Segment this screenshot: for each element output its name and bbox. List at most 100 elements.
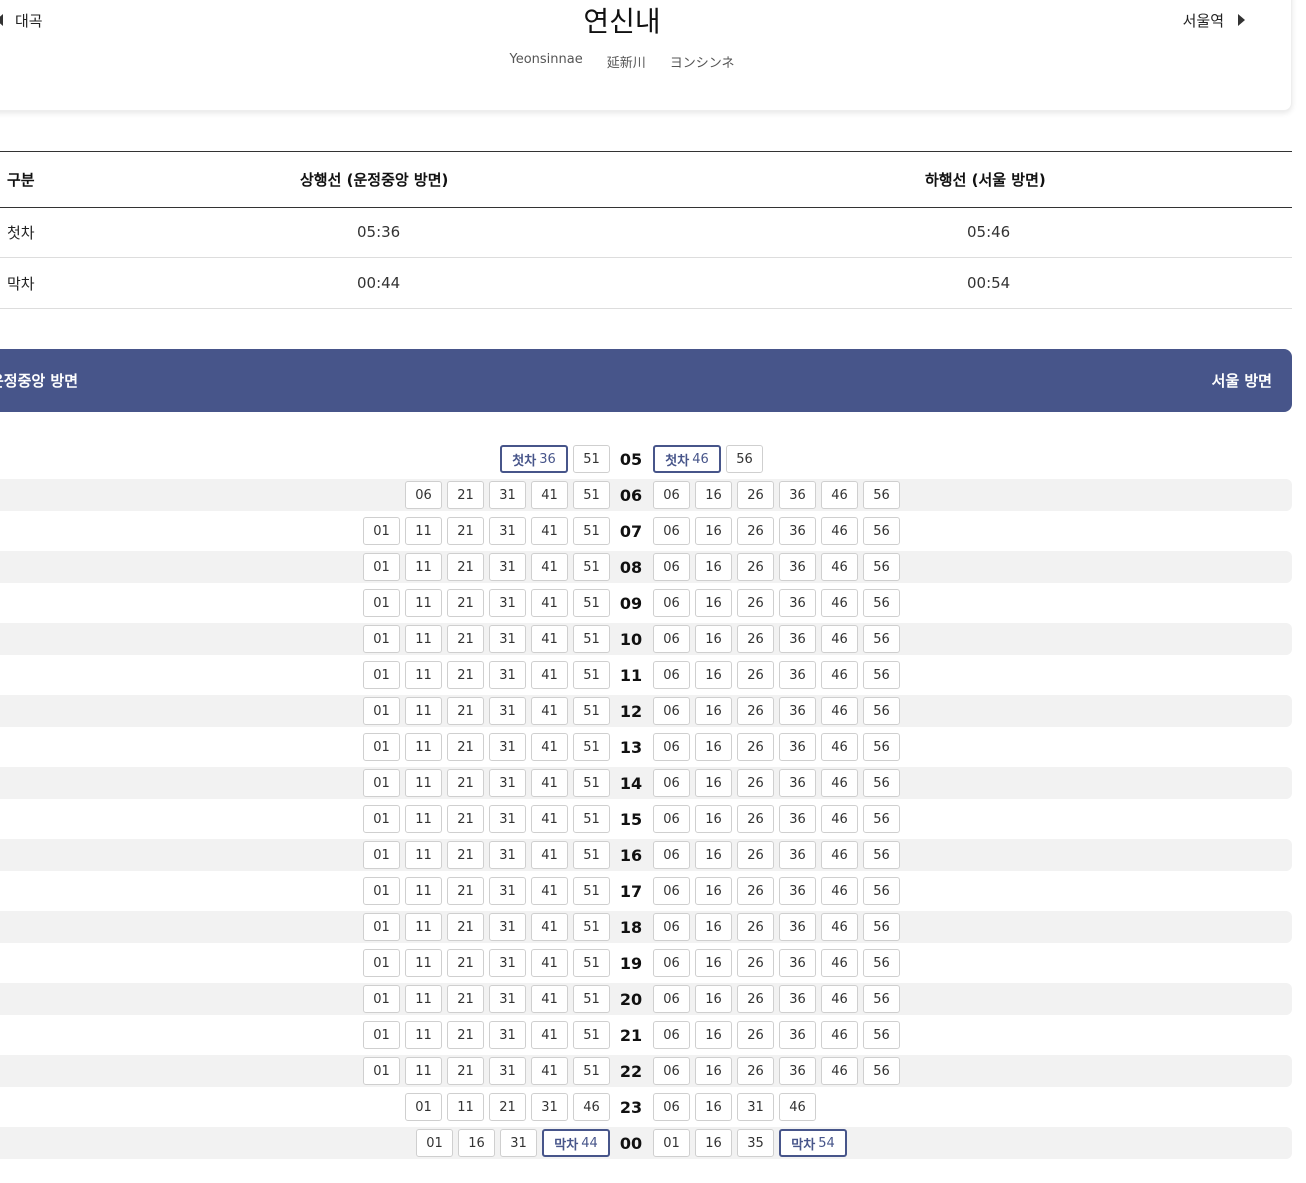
down-departure-chip[interactable]: 46 xyxy=(821,769,858,797)
up-departure-chip[interactable]: 01 xyxy=(363,697,400,725)
down-departure-chip[interactable]: 26 xyxy=(737,661,774,689)
down-departure-chip[interactable]: 06 xyxy=(653,661,690,689)
down-departure-chip[interactable]: 16 xyxy=(695,841,732,869)
down-departure-chip[interactable]: 16 xyxy=(695,913,732,941)
up-departure-chip[interactable]: 31 xyxy=(489,913,526,941)
down-departure-chip[interactable]: 06 xyxy=(653,877,690,905)
down-departure-chip[interactable]: 56 xyxy=(863,841,900,869)
up-departure-chip[interactable]: 31 xyxy=(489,517,526,545)
up-departure-chip[interactable]: 51 xyxy=(573,913,610,941)
up-departure-chip[interactable]: 31 xyxy=(489,841,526,869)
down-departure-chip[interactable]: 16 xyxy=(695,805,732,833)
up-departure-chip[interactable]: 01 xyxy=(416,1129,453,1157)
down-departure-chip[interactable]: 56 xyxy=(863,517,900,545)
up-departure-chip[interactable]: 11 xyxy=(405,625,442,653)
up-departure-chip[interactable]: 21 xyxy=(489,1093,526,1121)
up-departure-chip[interactable]: 21 xyxy=(447,661,484,689)
down-departure-chip[interactable]: 31 xyxy=(737,1093,774,1121)
up-departure-chip[interactable]: 41 xyxy=(531,841,568,869)
down-departure-chip[interactable]: 06 xyxy=(653,805,690,833)
up-departure-chip[interactable]: 41 xyxy=(531,661,568,689)
down-departure-chip[interactable]: 46 xyxy=(821,697,858,725)
up-departure-chip[interactable]: 51 xyxy=(573,1057,610,1085)
up-departure-chip[interactable]: 01 xyxy=(363,625,400,653)
down-departure-chip[interactable]: 46 xyxy=(821,661,858,689)
down-departure-chip[interactable]: 16 xyxy=(695,697,732,725)
down-departure-chip[interactable]: 46 xyxy=(821,913,858,941)
up-departure-chip[interactable]: 11 xyxy=(405,805,442,833)
up-departure-chip[interactable]: 31 xyxy=(489,661,526,689)
down-departure-chip[interactable]: 36 xyxy=(779,517,816,545)
up-departure-chip[interactable]: 01 xyxy=(363,517,400,545)
down-departure-chip[interactable]: 56 xyxy=(863,1057,900,1085)
up-departure-chip[interactable]: 11 xyxy=(405,589,442,617)
down-departure-chip[interactable]: 06 xyxy=(653,517,690,545)
up-departure-chip[interactable]: 21 xyxy=(447,805,484,833)
up-departure-chip[interactable]: 41 xyxy=(531,625,568,653)
down-departure-chip[interactable]: 26 xyxy=(737,517,774,545)
up-departure-chip[interactable]: 31 xyxy=(489,769,526,797)
up-departure-chip[interactable]: 31 xyxy=(489,877,526,905)
down-departure-chip[interactable]: 46 xyxy=(821,985,858,1013)
down-departure-chip[interactable]: 36 xyxy=(779,769,816,797)
up-departure-chip[interactable]: 41 xyxy=(531,697,568,725)
up-departure-chip[interactable]: 51 xyxy=(573,841,610,869)
down-departure-chip[interactable]: 46 xyxy=(821,553,858,581)
up-departure-chip[interactable]: 11 xyxy=(405,769,442,797)
down-departure-chip[interactable]: 36 xyxy=(779,589,816,617)
down-departure-chip[interactable]: 56 xyxy=(863,769,900,797)
up-departure-chip[interactable]: 51 xyxy=(573,697,610,725)
down-departure-chip[interactable]: 26 xyxy=(737,553,774,581)
up-departure-chip[interactable]: 01 xyxy=(363,1021,400,1049)
down-departure-chip[interactable]: 16 xyxy=(695,589,732,617)
down-departure-chip[interactable]: 56 xyxy=(863,1021,900,1049)
up-departure-chip[interactable]: 21 xyxy=(447,733,484,761)
down-departure-chip[interactable]: 36 xyxy=(779,949,816,977)
down-departure-chip[interactable]: 36 xyxy=(779,481,816,509)
up-departure-chip[interactable]: 51 xyxy=(573,1021,610,1049)
down-departure-chip[interactable]: 46 xyxy=(821,589,858,617)
down-departure-chip[interactable]: 16 xyxy=(695,517,732,545)
up-departure-chip[interactable]: 06 xyxy=(405,481,442,509)
up-departure-chip[interactable]: 막차 44 xyxy=(542,1129,610,1157)
down-departure-chip[interactable]: 46 xyxy=(821,733,858,761)
down-departure-chip[interactable]: 16 xyxy=(695,733,732,761)
down-departure-chip[interactable]: 46 xyxy=(779,1093,816,1121)
up-departure-chip[interactable]: 41 xyxy=(531,517,568,545)
up-departure-chip[interactable]: 41 xyxy=(531,553,568,581)
down-departure-chip[interactable]: 16 xyxy=(695,877,732,905)
up-departure-chip[interactable]: 31 xyxy=(489,985,526,1013)
down-departure-chip[interactable]: 06 xyxy=(653,481,690,509)
up-departure-chip[interactable]: 31 xyxy=(500,1129,537,1157)
down-departure-chip[interactable]: 06 xyxy=(653,589,690,617)
down-departure-chip[interactable]: 16 xyxy=(695,1021,732,1049)
down-departure-chip[interactable]: 56 xyxy=(863,481,900,509)
down-departure-chip[interactable]: 46 xyxy=(821,625,858,653)
up-departure-chip[interactable]: 21 xyxy=(447,1057,484,1085)
down-departure-chip[interactable]: 56 xyxy=(863,805,900,833)
down-departure-chip[interactable]: 26 xyxy=(737,769,774,797)
up-departure-chip[interactable]: 21 xyxy=(447,949,484,977)
down-departure-chip[interactable]: 36 xyxy=(779,877,816,905)
down-departure-chip[interactable]: 56 xyxy=(726,445,763,473)
down-departure-chip[interactable]: 06 xyxy=(653,949,690,977)
down-departure-chip[interactable]: 36 xyxy=(779,985,816,1013)
up-departure-chip[interactable]: 21 xyxy=(447,625,484,653)
up-departure-chip[interactable]: 31 xyxy=(489,481,526,509)
down-departure-chip[interactable]: 46 xyxy=(821,841,858,869)
up-departure-chip[interactable]: 21 xyxy=(447,913,484,941)
down-departure-chip[interactable]: 26 xyxy=(737,697,774,725)
up-departure-chip[interactable]: 41 xyxy=(531,805,568,833)
down-departure-chip[interactable]: 16 xyxy=(695,625,732,653)
up-departure-chip[interactable]: 51 xyxy=(573,481,610,509)
up-departure-chip[interactable]: 01 xyxy=(363,913,400,941)
down-departure-chip[interactable]: 26 xyxy=(737,733,774,761)
down-departure-chip[interactable]: 첫차 46 xyxy=(653,445,721,473)
down-departure-chip[interactable]: 36 xyxy=(779,1057,816,1085)
up-departure-chip[interactable]: 31 xyxy=(489,697,526,725)
down-departure-chip[interactable]: 36 xyxy=(779,841,816,869)
down-departure-chip[interactable]: 36 xyxy=(779,625,816,653)
up-departure-chip[interactable]: 01 xyxy=(363,1057,400,1085)
down-departure-chip[interactable]: 16 xyxy=(695,769,732,797)
down-departure-chip[interactable]: 16 xyxy=(695,949,732,977)
